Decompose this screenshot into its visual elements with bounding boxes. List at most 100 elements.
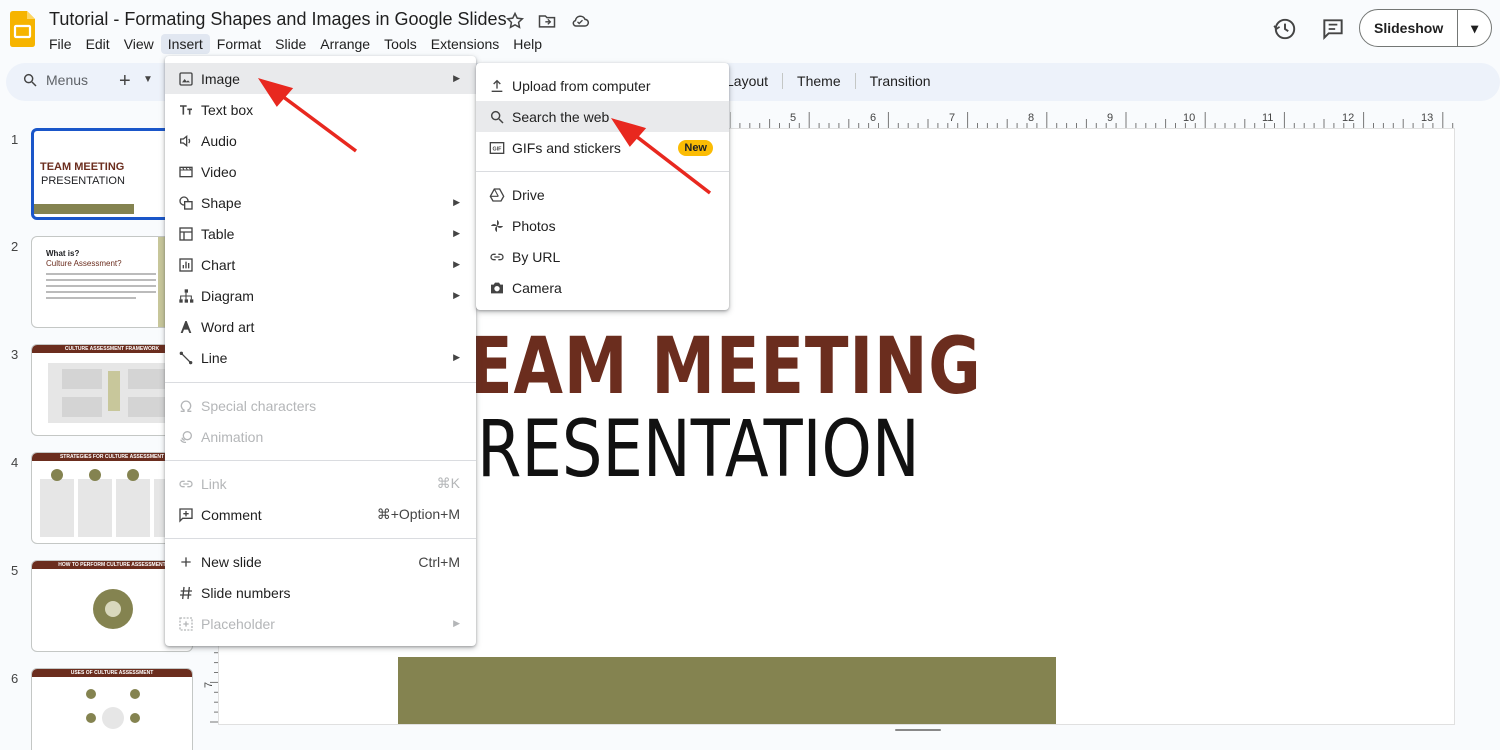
app-window: Tutorial - Formating Shapes and Images i… [0, 0, 1500, 750]
submenu-item-label: Upload from computer [512, 77, 651, 94]
slide-title-line2[interactable]: RESENTATION [477, 405, 920, 495]
menu-item-label: Chart [201, 256, 236, 273]
comment-icon [165, 507, 201, 523]
menu-extensions[interactable]: Extensions [424, 34, 506, 54]
image-icon [165, 71, 201, 87]
menu-help[interactable]: Help [506, 34, 549, 54]
insert-menu: Image ▶ Text box Audio Video Shape ▶ Tab… [165, 56, 476, 646]
app-header: Tutorial - Formating Shapes and Images i… [0, 0, 1500, 62]
slides-logo-icon[interactable] [10, 11, 35, 47]
menu-item-slide-numbers[interactable]: Slide numbers [165, 577, 476, 608]
cloud-saved-icon[interactable] [569, 11, 591, 33]
menu-item-chart[interactable]: Chart ▶ [165, 249, 476, 280]
ruler-tick: 5 [790, 112, 796, 124]
menu-item-label: Link [201, 475, 227, 492]
animation-icon [165, 429, 201, 445]
thumb-center-labels [108, 371, 120, 411]
camera-icon [476, 280, 512, 296]
slideshow-dropdown-icon[interactable]: ▾ [1458, 20, 1491, 37]
slide-thumbnail-6[interactable]: USES OF CULTURE ASSESSMENT [31, 668, 193, 750]
theme-button[interactable]: Theme [782, 73, 855, 89]
shape-icon [165, 195, 201, 211]
slide-title-line1[interactable]: EAM MEETING [469, 322, 982, 412]
menu-item-image[interactable]: Image ▶ [165, 63, 476, 94]
menu-item-table[interactable]: Table ▶ [165, 218, 476, 249]
menu-item-text-box[interactable]: Text box [165, 94, 476, 125]
thumb-quadrant [128, 397, 168, 417]
thumb-card [116, 479, 150, 537]
submenu-item-search-the-web[interactable]: Search the web [476, 101, 729, 132]
table-icon [165, 226, 201, 242]
submenu-item-camera[interactable]: Camera [476, 272, 729, 303]
menu-item-diagram[interactable]: Diagram ▶ [165, 280, 476, 311]
thumb-quadrant [62, 397, 102, 417]
menu-shortcut: ⌘+Option+M [376, 506, 460, 522]
ruler-top[interactable]: 5 6 7 8 9 10 11 12 13 [730, 108, 1460, 128]
submenu-arrow-icon: ▶ [453, 197, 460, 207]
menu-item-label: Text box [201, 101, 254, 118]
search-menus[interactable]: Menus [22, 72, 88, 88]
menu-item-word-art[interactable]: Word art [165, 311, 476, 342]
gif-icon: GIF [476, 140, 512, 156]
menu-item-comment[interactable]: Comment ⌘+Option+M [165, 499, 476, 530]
thumb-icon-circle [89, 469, 101, 481]
menu-item-label: Animation [201, 428, 264, 445]
thumb-icon-circle [51, 469, 63, 481]
menu-edit[interactable]: Edit [79, 34, 117, 54]
menu-view[interactable]: View [117, 34, 161, 54]
move-to-folder-icon[interactable] [537, 11, 559, 33]
transition-button[interactable]: Transition [854, 73, 945, 89]
thumb-icon-circle [127, 469, 139, 481]
ruler-tick: 6 [870, 112, 876, 124]
submenu-item-drive[interactable]: Drive [476, 179, 729, 210]
text-box-icon [165, 102, 201, 118]
menu-separator [165, 538, 476, 539]
thumb-text-line [46, 273, 156, 275]
menu-item-video[interactable]: Video [165, 156, 476, 187]
toolbar-right-items: Layout Theme Transition [726, 73, 945, 89]
menu-item-label: Image [201, 70, 240, 87]
ruler-tick: 8 [1028, 112, 1034, 124]
thumb-subtitle: PRESENTATION [41, 175, 125, 187]
menu-slide[interactable]: Slide [268, 34, 313, 54]
layout-button[interactable]: Layout [726, 73, 782, 89]
star-icon[interactable] [505, 11, 527, 33]
submenu-item-gifs-and-stickers[interactable]: GIF GIFs and stickers New [476, 132, 729, 163]
menu-item-shape[interactable]: Shape ▶ [165, 187, 476, 218]
submenu-item-photos[interactable]: Photos [476, 210, 729, 241]
menu-item-link: Link ⌘K [165, 468, 476, 499]
speaker-notes-handle[interactable] [895, 729, 941, 731]
comments-icon[interactable] [1320, 16, 1346, 42]
menu-item-placeholder: Placeholder ▶ [165, 608, 476, 639]
line-icon [165, 350, 201, 366]
menu-file[interactable]: File [42, 34, 79, 54]
submenu-item-by-url[interactable]: By URL [476, 241, 729, 272]
menu-item-line[interactable]: Line ▶ [165, 342, 476, 373]
submenu-arrow-icon: ▶ [453, 228, 460, 238]
menu-item-audio[interactable]: Audio [165, 125, 476, 156]
menu-item-label: Word art [201, 318, 255, 335]
menu-item-label: Video [201, 163, 237, 180]
submenu-item-upload-from-computer[interactable]: Upload from computer [476, 70, 729, 101]
new-slide-caret-icon[interactable]: ▼ [143, 74, 153, 85]
diagram-icon [165, 288, 201, 304]
slide-olive-bar[interactable] [398, 657, 1056, 724]
submenu-item-label: By URL [512, 248, 561, 265]
ruler-tick: 12 [1342, 112, 1354, 124]
thumb-number-circle [86, 689, 96, 699]
menu-format[interactable]: Format [210, 34, 268, 54]
version-history-icon[interactable] [1272, 16, 1298, 42]
slideshow-button[interactable]: Slideshow ▾ [1359, 9, 1492, 47]
thumb-number-circle [130, 713, 140, 723]
new-slide-plus-icon[interactable]: + [119, 70, 131, 93]
menu-item-new-slide[interactable]: New slide Ctrl+M [165, 546, 476, 577]
slideshow-label[interactable]: Slideshow [1360, 10, 1459, 46]
menu-arrange[interactable]: Arrange [313, 34, 377, 54]
document-title[interactable]: Tutorial - Formating Shapes and Images i… [49, 9, 507, 30]
menu-tools[interactable]: Tools [377, 34, 424, 54]
submenu-item-label: Photos [512, 217, 556, 234]
search-menus-placeholder[interactable]: Menus [46, 72, 88, 88]
menu-insert[interactable]: Insert [160, 34, 210, 54]
slide-number: 1 [11, 132, 19, 147]
menu-separator [165, 460, 476, 461]
